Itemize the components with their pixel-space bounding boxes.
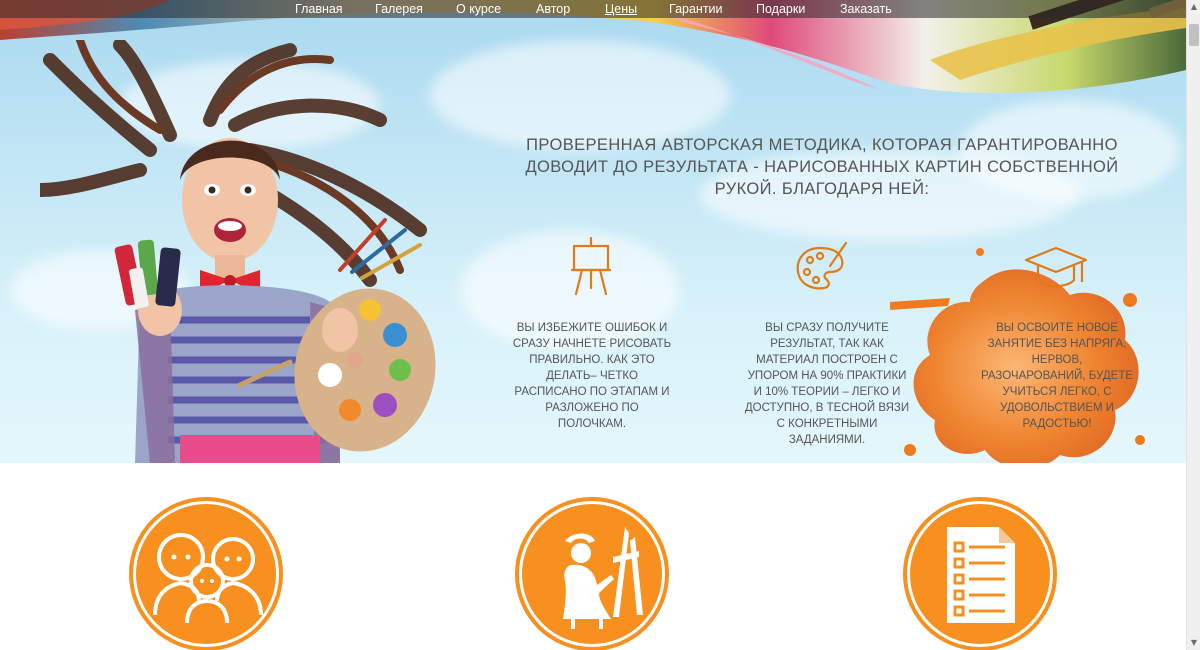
nav-item-guarantees[interactable]: Гарантии [669, 0, 723, 18]
feature-text-2: Вы сразу получите результат, так как мат… [744, 322, 910, 446]
nav-item-prices[interactable]: Цены [605, 0, 637, 18]
family-icon [153, 533, 263, 624]
nav-item-order[interactable]: Заказать [840, 0, 892, 18]
checklist-circle [903, 497, 1057, 650]
checklist-icon [947, 527, 1015, 623]
scroll-up-arrow-icon[interactable]: ▲ [1187, 0, 1200, 14]
painter-icon [563, 527, 643, 629]
vertical-scrollbar[interactable]: ▲ ▼ [1186, 0, 1200, 650]
nav-item-gallery[interactable]: Галерея [375, 0, 423, 18]
top-navigation: Главная Галерея О курсе Автор Цены Гаран… [0, 0, 1186, 18]
nav-item-about-course[interactable]: О курсе [456, 0, 501, 18]
woman-with-palette-illustration [40, 40, 436, 463]
graduation-cap-icon [1024, 246, 1088, 288]
easel-icon [570, 236, 612, 296]
scroll-down-arrow-icon[interactable]: ▼ [1187, 636, 1200, 650]
nav-item-author[interactable]: Автор [536, 0, 570, 18]
feature-text-1: Вы избежите ошибок и сразу начнете рисов… [512, 322, 672, 430]
family-circle [129, 497, 283, 650]
palette-icon [796, 241, 848, 290]
hero-headline: Проверенная авторская методика, которая … [525, 136, 1119, 198]
hero-section: Главная Галерея О курсе Автор Цены Гаран… [0, 0, 1186, 463]
painter-circle [515, 497, 669, 650]
nav-item-gifts[interactable]: Подарки [756, 0, 805, 18]
scrollbar-thumb[interactable] [1189, 24, 1199, 46]
nav-item-home[interactable]: Главная [295, 0, 343, 18]
feature-text-3: Вы освоите новое занятие без напряга, не… [980, 322, 1134, 430]
